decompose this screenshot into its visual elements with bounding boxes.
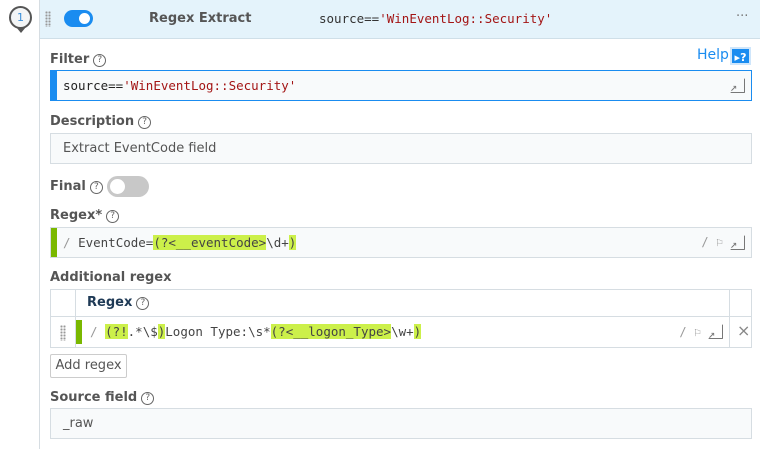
- filter-value: 'WinEventLog::Security': [379, 11, 553, 26]
- help-icon[interactable]: ?: [106, 210, 120, 223]
- help-icon[interactable]: ?: [138, 116, 152, 129]
- help-link[interactable]: Help: [697, 47, 729, 63]
- help-icon[interactable]: ?: [136, 297, 150, 310]
- regex-bar: [76, 320, 82, 344]
- more-menu-icon[interactable]: ···: [736, 9, 748, 24]
- marker-pin-icon: [16, 27, 26, 33]
- help-panel-icon[interactable]: ▸?: [730, 47, 751, 65]
- source-field-label: Source field?: [50, 390, 155, 405]
- description-label: Description?: [50, 114, 152, 129]
- help-icon[interactable]: ?: [89, 181, 103, 194]
- table-row[interactable]: / (?!.*\$)Logon Type:\s*(?<__logon_Type>…: [76, 317, 729, 349]
- filter-prefix: source==: [319, 11, 380, 26]
- regex-label: Regex*?: [50, 208, 120, 223]
- expand-editor-icon[interactable]: [730, 230, 745, 259]
- regex-column-header: Regex?: [87, 295, 150, 310]
- route-enabled-toggle[interactable]: [64, 10, 93, 27]
- source-field-input[interactable]: _raw: [50, 408, 752, 439]
- expand-editor-icon[interactable]: [730, 73, 745, 102]
- filter-label: Filter?: [50, 52, 107, 67]
- row-drag-handle-icon[interactable]: [60, 325, 66, 341]
- regex-input[interactable]: / EventCode=(?<__eventCode>\d+) / ⚐: [50, 227, 752, 259]
- focus-bar: [51, 71, 57, 100]
- gutter-line: [39, 0, 40, 449]
- add-regex-button[interactable]: Add regex: [50, 354, 127, 378]
- help-icon[interactable]: ?: [93, 54, 107, 67]
- help-icon[interactable]: ?: [141, 392, 155, 405]
- expand-editor-icon[interactable]: [708, 319, 723, 349]
- additional-regex-label: Additional regex: [50, 270, 172, 285]
- final-toggle[interactable]: [107, 176, 149, 197]
- description-input[interactable]: Extract EventCode field: [50, 133, 752, 164]
- regex-bar: [51, 228, 57, 257]
- drag-handle-icon[interactable]: [45, 11, 51, 27]
- remove-row-icon[interactable]: ×: [737, 321, 750, 340]
- regex-flags-icon[interactable]: / ⚐: [701, 228, 723, 257]
- final-label: Final?: [50, 179, 103, 194]
- route-index-marker: 1: [9, 6, 32, 29]
- route-title: Regex Extract: [149, 11, 252, 26]
- additional-regex-table: Regex? / (?!.*\$)Logon Type:\s*(?<__logo…: [50, 289, 752, 349]
- route-filter-summary: source=='WinEventLog::Security': [319, 11, 552, 26]
- regex-flags-icon[interactable]: / ⚐: [679, 317, 701, 347]
- filter-input[interactable]: source=='WinEventLog::Security': [50, 70, 752, 102]
